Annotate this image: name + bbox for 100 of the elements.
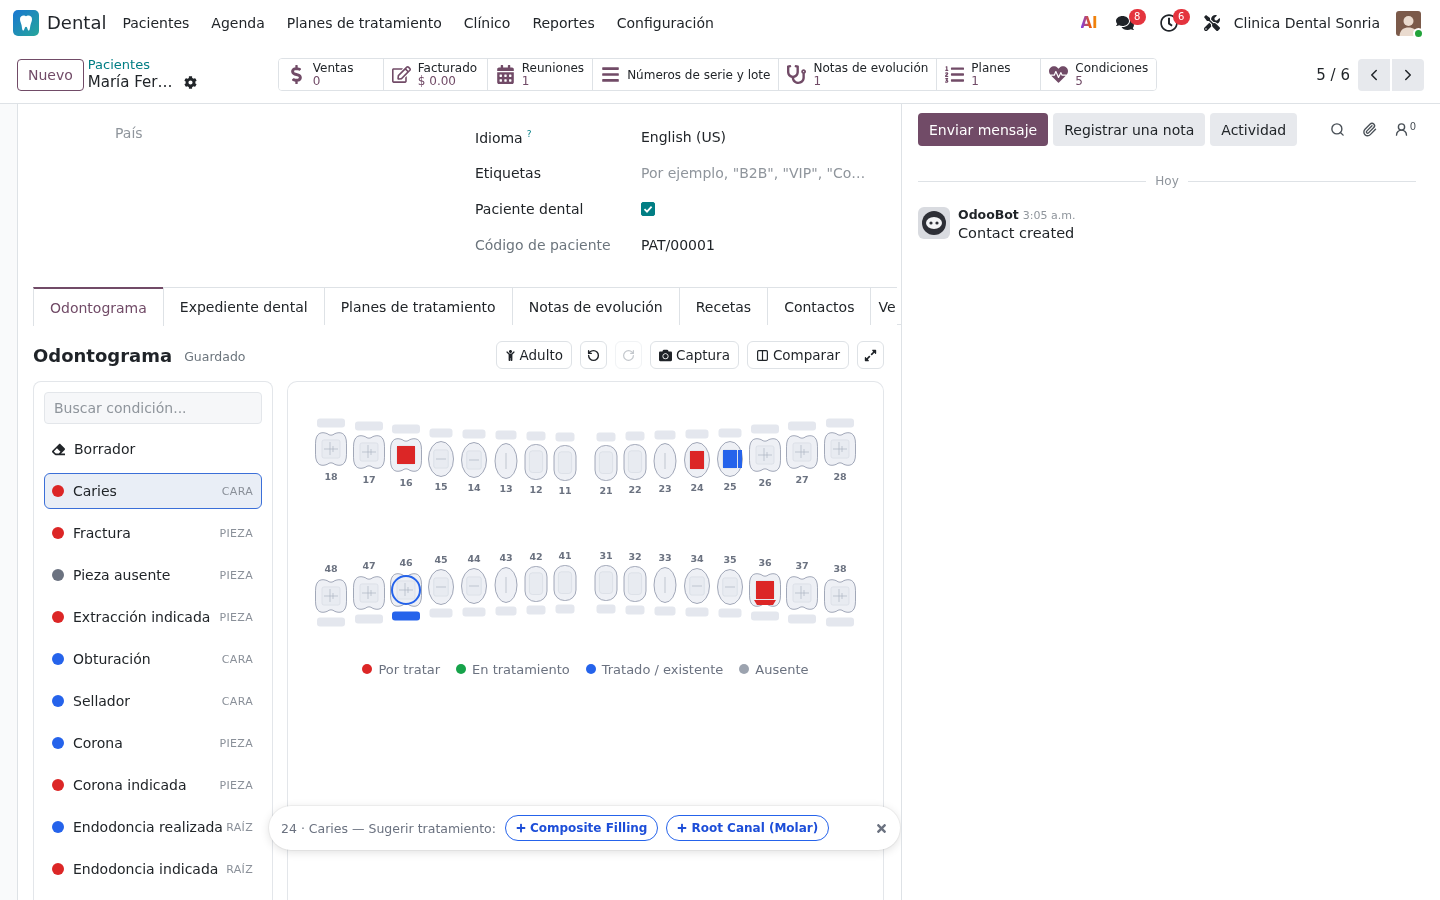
tab[interactable]: Expediente dental [162, 287, 325, 325]
tooth[interactable] [428, 569, 454, 605]
tooth-root [826, 617, 854, 627]
checkbox[interactable] [641, 202, 655, 216]
capture-button[interactable]: Captura [650, 341, 739, 369]
tab[interactable]: Notas de evolución [511, 287, 680, 325]
messages-button[interactable] [1115, 14, 1134, 32]
menu-item[interactable]: Clínico [452, 13, 522, 33]
help-tooltip[interactable]: ? [526, 128, 532, 139]
dentition-button[interactable]: Adulto [495, 341, 572, 369]
condition-item[interactable]: Extracción indicada PIEZA [44, 599, 262, 635]
log-note-button[interactable]: Registrar una nota [1053, 113, 1206, 146]
expand-icon [864, 348, 877, 362]
section-title: Odontograma [33, 344, 173, 366]
settings-icon [184, 76, 198, 89]
tooth[interactable] [653, 567, 677, 603]
legend-label: Por tratar [378, 661, 441, 677]
followers-button[interactable]: 0 [1393, 122, 1416, 137]
tooth-number: 44 [467, 552, 481, 564]
tooth-number: 14 [467, 481, 481, 493]
condition-item[interactable]: Endodoncia indicada RAÍZ [44, 851, 262, 887]
tools-button[interactable] [1203, 15, 1220, 31]
user-avatar[interactable] [1396, 10, 1421, 36]
select-field[interactable]: English (US) [641, 129, 727, 145]
condition-item[interactable]: Pieza ausente PIEZA [44, 557, 262, 593]
compare-button[interactable]: Comparar [746, 341, 849, 369]
tooth[interactable] [315, 579, 347, 613]
tooth[interactable] [786, 435, 818, 469]
tab[interactable]: Recetas [678, 287, 769, 325]
close-button[interactable] [875, 821, 888, 835]
tooth[interactable] [824, 432, 856, 466]
activity-button[interactable]: Actividad [1210, 113, 1298, 146]
company-name[interactable]: Clinica Dental Sonria [1233, 15, 1380, 31]
menu-item[interactable]: Reportes [521, 13, 606, 33]
condition-item[interactable]: Corona indicada PIEZA [44, 767, 262, 803]
tab[interactable]: Ve [870, 287, 897, 325]
condition-item[interactable]: Caries CARA [44, 473, 262, 509]
tooth[interactable] [353, 435, 385, 469]
tooth-number: 23 [658, 482, 672, 494]
tab[interactable]: Planes de tratamiento [323, 287, 513, 325]
condition-item[interactable]: Endodoncia realizada RAÍZ [44, 809, 262, 845]
tooth[interactable] [494, 443, 518, 479]
activities-button[interactable] [1159, 14, 1178, 32]
tooth-root [788, 614, 816, 624]
condition-item[interactable]: Obturación CARA [44, 641, 262, 677]
new-button[interactable]: Nuevo [17, 58, 84, 91]
tooth-root [495, 606, 517, 616]
tooth[interactable] [461, 442, 487, 478]
tooth[interactable] [786, 576, 818, 610]
tooth[interactable] [684, 568, 710, 604]
tooth[interactable] [494, 567, 518, 603]
previous-button[interactable] [1358, 58, 1390, 91]
breadcrumb-link[interactable]: Pacientes [87, 57, 150, 73]
legend-label: En tratamiento [472, 661, 570, 677]
undo-button[interactable] [580, 341, 607, 369]
tooth[interactable] [684, 442, 710, 478]
tooth-root [495, 430, 517, 440]
tooth[interactable] [653, 443, 677, 479]
condition-item[interactable]: Fractura PIEZA [44, 515, 262, 551]
tab[interactable]: Contactos [767, 287, 872, 325]
tooth[interactable] [461, 568, 487, 604]
tooth-number: 42 [529, 550, 543, 562]
scope-tag: RAÍZ [226, 862, 253, 876]
menu-item[interactable]: Planes de tratamiento [275, 13, 453, 33]
condition-item[interactable]: Corona PIEZA [44, 725, 262, 761]
eraser-item[interactable]: Borrador [44, 431, 262, 467]
app-logo-icon[interactable] [13, 10, 39, 36]
search-button[interactable] [1329, 122, 1345, 137]
send-message-button[interactable]: Enviar mensaje [918, 113, 1049, 146]
tooth[interactable] [315, 432, 347, 466]
field-label: Código de paciente [475, 237, 611, 253]
tooth[interactable] [353, 576, 385, 610]
expand-button[interactable] [857, 341, 884, 369]
attachment-button[interactable] [1361, 122, 1377, 137]
tooth-number: 18 [324, 470, 338, 482]
suggestion-button[interactable]: Composite Filling [504, 815, 659, 841]
country-field[interactable]: País [115, 123, 315, 143]
field-label: Idioma [475, 129, 523, 146]
tooth[interactable] [428, 441, 454, 477]
suggestion-button[interactable]: Root Canal (Molar) [666, 815, 830, 841]
tooth[interactable] [749, 438, 781, 472]
menu-item[interactable]: Configuración [605, 13, 725, 33]
settings-button[interactable] [184, 76, 198, 89]
tooth-root [751, 424, 779, 434]
tags-field[interactable]: Por ejemplo, "B2B", "VIP", "Co… [641, 165, 881, 181]
tooth[interactable] [717, 569, 743, 605]
next-button[interactable] [1392, 58, 1424, 91]
tab[interactable]: Odontograma [33, 287, 164, 326]
tooth-root [625, 605, 645, 615]
smart-button[interactable]: Condiciones 5 [1040, 59, 1157, 90]
tooth[interactable] [824, 579, 856, 613]
tooth-number: 41 [558, 549, 572, 561]
search-field[interactable]: Buscar condición... [44, 392, 262, 424]
tooth[interactable] [390, 438, 422, 472]
menu-item[interactable]: Agenda [200, 13, 276, 33]
legend-label: Ausente [755, 661, 809, 677]
tooth[interactable] [749, 573, 781, 607]
tooth[interactable] [717, 441, 743, 477]
condition-item[interactable]: Sellador CARA [44, 683, 262, 719]
menu-item[interactable]: Pacientes [111, 13, 201, 33]
